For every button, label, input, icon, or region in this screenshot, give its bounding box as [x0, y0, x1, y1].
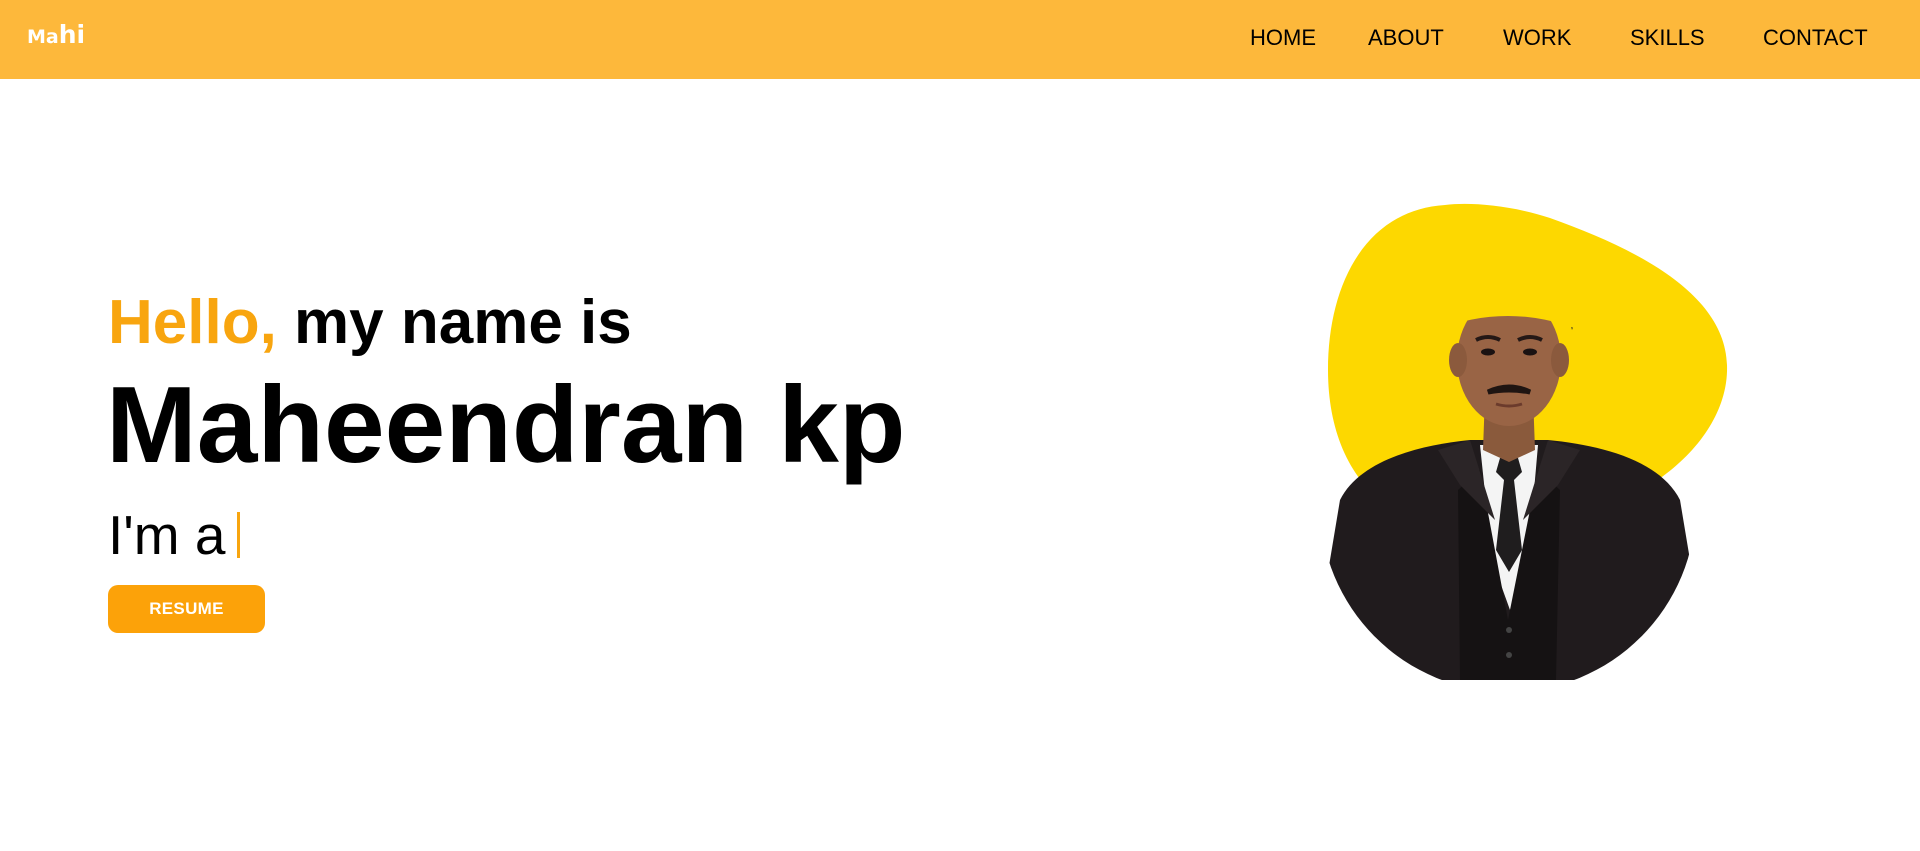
logo-text-big: hi — [58, 20, 86, 49]
nav-link-skills[interactable]: SKILLS — [1630, 26, 1705, 50]
hero-greeting: Hello, my name is — [108, 288, 632, 358]
resume-button[interactable]: RESUME — [108, 585, 265, 633]
greeting-rest: my name is — [276, 288, 632, 357]
nav-link-contact[interactable]: CONTACT — [1763, 26, 1868, 50]
navbar: Mahi HOME ABOUT WORK SKILLS CONTACT — [0, 0, 1920, 79]
logo-text-small: Ma — [27, 26, 59, 48]
nav-link-about[interactable]: ABOUT — [1368, 26, 1444, 50]
nav-link-home[interactable]: HOME — [1250, 26, 1316, 50]
site-logo[interactable]: Mahi — [27, 22, 85, 47]
hero-name: Maheendran kp — [106, 364, 906, 486]
profile-photo — [1320, 203, 1728, 680]
role-prefix: I'm a — [108, 504, 226, 566]
greeting-hello: Hello, — [108, 288, 277, 357]
hero-role: I'm a — [108, 504, 241, 566]
typing-cursor — [237, 512, 241, 558]
nav-link-work[interactable]: WORK — [1503, 26, 1571, 50]
